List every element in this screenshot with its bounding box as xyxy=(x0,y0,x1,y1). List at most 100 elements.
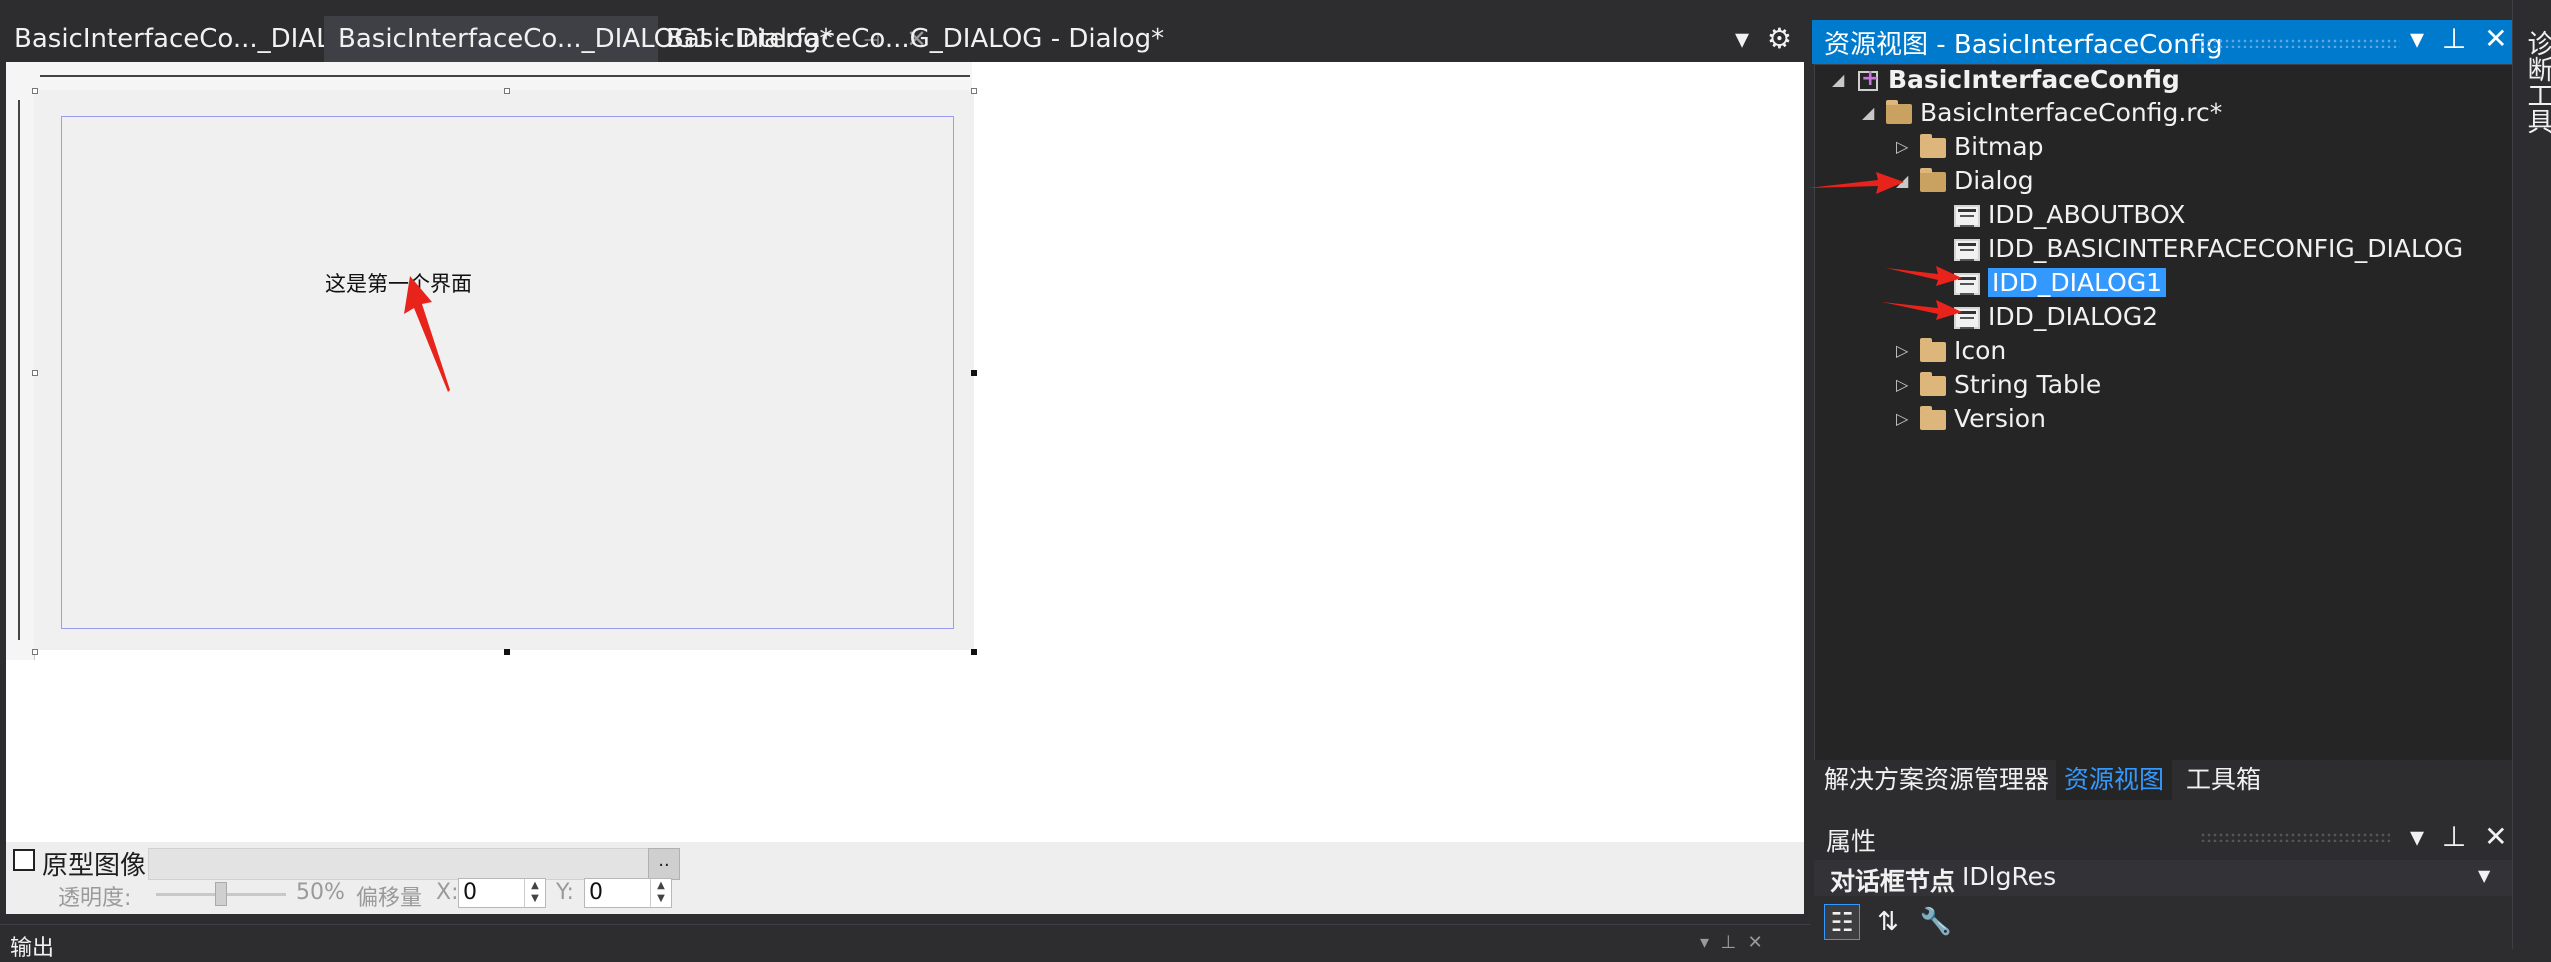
tree-node-dialog[interactable]: ◢ Dialog xyxy=(1896,165,2034,197)
tree-node-label: IDD_DIALOG2 xyxy=(1988,302,2159,331)
tree-node-label-selected: IDD_DIALOG1 xyxy=(1988,268,2167,297)
prototype-image-checkbox[interactable] xyxy=(13,849,35,871)
opacity-slider-thumb[interactable] xyxy=(215,882,227,906)
ruler-guide xyxy=(40,75,970,77)
expand-arrow-icon[interactable]: ▷ xyxy=(1896,131,1914,163)
spinner-arrows-icon[interactable]: ▲ ▼ xyxy=(650,879,671,907)
tree-node-label: IDD_ABOUTBOX xyxy=(1988,200,2186,229)
tree-node-icon[interactable]: ▷ Icon xyxy=(1896,335,2006,367)
offset-x-label: X: xyxy=(436,880,459,905)
pin-icon[interactable]: ⊥ xyxy=(2442,820,2466,853)
tree-node-string-table[interactable]: ▷ String Table xyxy=(1896,369,2101,401)
resource-view-title: 资源视图 - BasicInterfaceConfig xyxy=(1824,30,2223,60)
offset-y-value: 0 xyxy=(589,880,603,905)
tree-node-dialog2[interactable]: IDD_DIALOG2 xyxy=(1954,301,2158,333)
pin-icon[interactable]: ⊥ xyxy=(1721,932,1737,953)
tree-node-label: Icon xyxy=(1954,336,2007,365)
titlebar-grip xyxy=(2200,832,2390,842)
tree-node-label: IDD_BASICINTERFACECONFIG_DIALOG xyxy=(1988,234,2464,263)
dialog-resource-icon xyxy=(1954,273,1980,295)
folder-icon xyxy=(1920,338,1946,362)
pin-icon[interactable]: ⊥ xyxy=(2442,22,2466,55)
properties-tools: ▾ ⊥ ✕ xyxy=(2410,820,2508,853)
sort-alphabetical-icon[interactable]: ⇅ xyxy=(1870,904,1906,940)
browse-button[interactable]: .. xyxy=(648,848,680,880)
dialog-resource-icon xyxy=(1954,307,1980,329)
properties-node-label: 对话框节点 xyxy=(1830,867,1956,896)
resource-view-tools: ▾ ⊥ ✕ xyxy=(2410,22,2508,55)
tree-node-label: Dialog xyxy=(1954,166,2034,195)
properties-title: 属性 xyxy=(1826,827,1877,856)
tree-node-project[interactable]: ◢ BasicInterfaceConfig xyxy=(1832,63,2180,96)
categorized-icon[interactable]: ☷ xyxy=(1824,904,1860,940)
tree-node-aboutbox[interactable]: IDD_ABOUTBOX xyxy=(1954,199,2185,231)
tree-node-label: Bitmap xyxy=(1954,132,2044,161)
tree-node-dialog1[interactable]: IDD_DIALOG1 xyxy=(1954,267,2167,299)
tree-node-bitmap[interactable]: ▷ Bitmap xyxy=(1896,131,2043,163)
tree-node-label: Version xyxy=(1954,404,2046,433)
offset-y-label: Y: xyxy=(556,880,574,905)
collapse-arrow-icon[interactable]: ◢ xyxy=(1832,64,1850,96)
dropdown-icon[interactable]: ▾ xyxy=(1735,22,1749,55)
resize-handle-corner[interactable] xyxy=(971,649,977,655)
vertical-ruler[interactable] xyxy=(6,90,35,660)
wrench-icon[interactable]: 🔧 xyxy=(1918,904,1954,940)
tab-resource-view[interactable]: 资源视图 xyxy=(2056,760,2173,800)
opacity-value: 50% xyxy=(296,880,345,905)
static-text-control[interactable]: 这是第一个界面 xyxy=(325,268,472,298)
diagnostic-tools-tab[interactable]: 诊断工具 xyxy=(2520,30,2551,134)
tree-node-rc-file[interactable]: ◢ BasicInterfaceConfig.rc* xyxy=(1862,97,2222,129)
tab-dialog1[interactable]: BasicInterfaceCo..._DIALOG1 - Dialog* ⊣ … xyxy=(324,16,927,62)
tab-solution-explorer[interactable]: 解决方案资源管理器 xyxy=(1816,760,2057,800)
folder-icon xyxy=(1920,406,1946,430)
folder-icon xyxy=(1920,134,1946,158)
offset-x-spinner[interactable]: 0 ▲ ▼ xyxy=(458,878,546,908)
chevron-down-icon[interactable]: ▼ xyxy=(2478,866,2490,885)
expand-arrow-icon[interactable]: ▷ xyxy=(1896,335,1914,367)
resize-handle-top xyxy=(504,88,510,94)
folder-open-icon xyxy=(1886,100,1912,124)
expand-arrow-icon[interactable]: ▷ xyxy=(1896,403,1914,435)
resize-handle-topright xyxy=(971,88,977,94)
tree-node-label: String Table xyxy=(1954,370,2102,399)
offset-label: 偏移量 xyxy=(356,886,423,911)
opacity-label: 透明度: xyxy=(58,886,132,911)
tab-toolbox[interactable]: 工具箱 xyxy=(2178,760,2269,800)
output-panel-header xyxy=(0,924,1810,950)
folder-icon xyxy=(1920,372,1946,396)
resize-handle-left xyxy=(32,370,38,376)
prototype-path-field[interactable] xyxy=(148,848,650,880)
tree-node-main-dialog[interactable]: IDD_BASICINTERFACECONFIG_DIALOG xyxy=(1954,233,2463,265)
close-icon[interactable]: ✕ xyxy=(2484,22,2507,55)
resize-handle-bottomleft xyxy=(32,649,38,655)
resize-handle-bottom[interactable] xyxy=(504,649,510,655)
resize-handle-right[interactable] xyxy=(971,370,977,376)
dropdown-icon[interactable]: ▾ xyxy=(1700,932,1709,953)
collapse-arrow-icon[interactable]: ◢ xyxy=(1896,165,1914,197)
close-icon[interactable]: ✕ xyxy=(2484,820,2507,853)
dropdown-icon[interactable]: ▾ xyxy=(2410,22,2424,55)
project-icon xyxy=(1856,63,1880,95)
close-icon[interactable]: ✕ xyxy=(1748,932,1763,953)
output-tools: ▾ ⊥ ✕ xyxy=(1700,932,1763,953)
tree-node-version[interactable]: ▷ Version xyxy=(1896,403,2046,435)
offset-y-spinner[interactable]: 0 ▲ ▼ xyxy=(584,878,672,908)
output-title[interactable]: 输出 xyxy=(10,930,54,962)
gear-icon[interactable]: ⚙ xyxy=(1767,22,1792,55)
dialog-resource-icon xyxy=(1954,205,1980,227)
expand-arrow-icon[interactable]: ▷ xyxy=(1896,369,1914,401)
collapse-arrow-icon[interactable]: ◢ xyxy=(1862,97,1880,129)
dialog-margin-guide xyxy=(61,116,954,629)
resize-handle-topleft xyxy=(32,88,38,94)
prototype-image-label: 原型图像: xyxy=(42,851,155,881)
dropdown-icon[interactable]: ▾ xyxy=(2410,820,2424,853)
tab-tools: ▾ ⚙ xyxy=(1735,22,1792,55)
properties-titlebar[interactable] xyxy=(1814,818,2512,858)
ruler-guide xyxy=(18,100,20,640)
tree-node-label: BasicInterfaceConfig.rc* xyxy=(1920,98,2223,127)
spinner-arrows-icon[interactable]: ▲ ▼ xyxy=(524,879,545,907)
offset-x-value: 0 xyxy=(463,880,477,905)
tab-label: BasicInterfaceCo...G_DIALOG - Dialog* xyxy=(666,24,1165,54)
titlebar-grip xyxy=(2200,38,2400,48)
tab-main-dialog[interactable]: BasicInterfaceCo...G_DIALOG - Dialog* xyxy=(652,16,1178,62)
